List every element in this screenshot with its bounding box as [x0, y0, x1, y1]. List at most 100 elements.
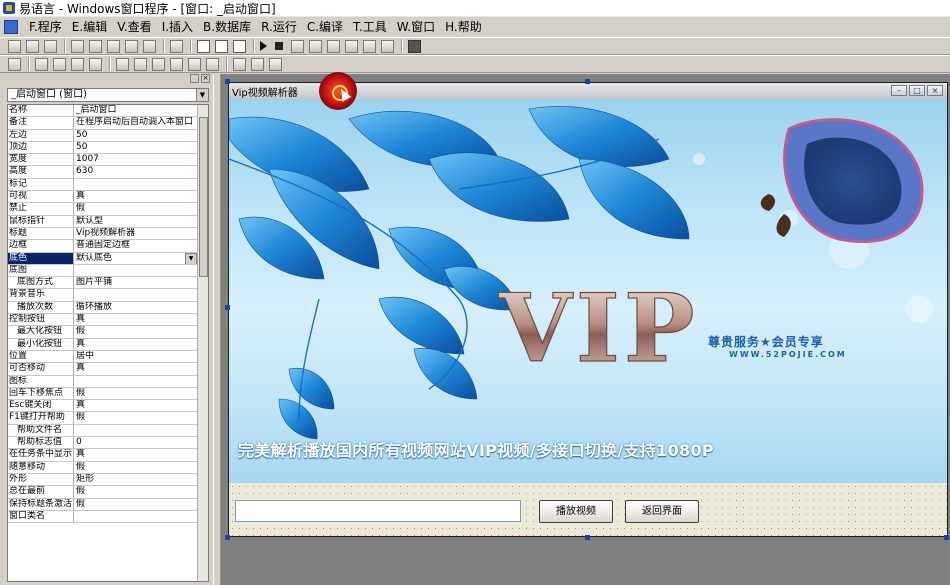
- same-size-icon[interactable]: [152, 57, 165, 71]
- document-icon[interactable]: [4, 20, 18, 34]
- property-row[interactable]: 名称 _启动窗口: [8, 105, 197, 118]
- magic-tool-icon[interactable]: [408, 39, 421, 53]
- property-row[interactable]: 标记: [8, 178, 197, 192]
- property-value[interactable]: 图片平铺: [74, 277, 197, 288]
- step-out-icon[interactable]: [327, 39, 340, 53]
- breakpoint-icon[interactable]: [363, 39, 376, 53]
- property-value[interactable]: [74, 511, 197, 522]
- same-width-icon[interactable]: [116, 57, 129, 71]
- object-selector[interactable]: _启动窗口 (窗口) ▼: [7, 88, 209, 102]
- property-row[interactable]: 播放次数 循环播放: [8, 301, 197, 315]
- property-value[interactable]: 真: [74, 339, 197, 350]
- video-url-input[interactable]: [235, 500, 521, 522]
- menu-view[interactable]: V.查看: [112, 18, 156, 36]
- menu-window[interactable]: W.窗口: [392, 18, 440, 36]
- property-value[interactable]: 0: [74, 437, 197, 448]
- property-value[interactable]: 在程序启动后自动调入本窗口: [74, 117, 197, 128]
- property-row[interactable]: 外形 矩形: [8, 473, 197, 487]
- close-icon[interactable]: ×: [201, 74, 210, 83]
- chevron-down-icon[interactable]: ▼: [196, 89, 208, 101]
- property-value[interactable]: 默认底色: [74, 252, 197, 264]
- space-vertical-icon[interactable]: [188, 57, 201, 71]
- property-row[interactable]: 鼠标指针 默认型: [8, 215, 197, 228]
- property-value[interactable]: 矩形: [74, 474, 197, 485]
- property-value[interactable]: 真: [74, 363, 197, 374]
- property-value[interactable]: 真: [74, 400, 197, 411]
- panel-splitter[interactable]: [213, 74, 221, 585]
- step-over-icon[interactable]: [309, 39, 322, 53]
- layout-grid-icon[interactable]: [233, 39, 246, 53]
- property-value[interactable]: 50: [74, 142, 197, 153]
- form-window[interactable]: Vip视频解析器 – □ × VIP 尊贵服务★会员专享 WWW.52POJIE…: [228, 82, 948, 537]
- paste-icon[interactable]: [107, 39, 120, 53]
- resize-handle[interactable]: [225, 535, 230, 540]
- copy-icon[interactable]: [89, 39, 102, 53]
- property-row[interactable]: 位置 居中: [8, 350, 197, 364]
- property-value[interactable]: 1007: [74, 154, 197, 165]
- property-row[interactable]: 最小化按钮真: [8, 338, 197, 351]
- menu-help[interactable]: H.帮助: [440, 18, 487, 36]
- property-row[interactable]: 回车下移焦点假: [8, 387, 197, 401]
- property-value[interactable]: 假: [74, 326, 197, 337]
- resize-handle[interactable]: [944, 535, 949, 540]
- property-row[interactable]: Esc键关闭真: [8, 400, 197, 413]
- property-grid[interactable]: 名称 _启动窗口 备注 在程序启动后自动调入本窗口 左边 50 顶边 50 宽度 1007 高度 63…: [7, 104, 209, 582]
- new-file-icon[interactable]: [8, 39, 21, 53]
- bring-front-icon[interactable]: [233, 57, 246, 71]
- menu-tools[interactable]: T.工具: [348, 18, 392, 36]
- property-row[interactable]: 总在最前假: [8, 486, 197, 499]
- property-value[interactable]: 真: [74, 449, 197, 460]
- property-value[interactable]: [74, 265, 197, 276]
- property-value[interactable]: 假: [74, 412, 197, 423]
- cut-icon[interactable]: [71, 39, 84, 53]
- property-value[interactable]: [74, 179, 197, 190]
- pin-icon[interactable]: [190, 74, 199, 83]
- property-row[interactable]: 边框 普通固定边框: [8, 240, 197, 253]
- align-top-icon[interactable]: [71, 57, 84, 71]
- menu-run[interactable]: R.运行: [256, 18, 302, 36]
- property-row[interactable]: 帮助标志值 0: [8, 437, 197, 450]
- close-icon[interactable]: ×: [927, 85, 943, 96]
- resize-handle[interactable]: [225, 79, 230, 84]
- property-value[interactable]: 默认型: [74, 216, 197, 227]
- property-value[interactable]: 普通固定边框: [74, 240, 197, 251]
- menu-compile[interactable]: C.编译: [302, 18, 348, 36]
- minimize-icon[interactable]: –: [891, 85, 907, 96]
- debug-window-icon[interactable]: [381, 39, 394, 53]
- run-icon[interactable]: [260, 41, 267, 51]
- same-height-icon[interactable]: [134, 57, 147, 71]
- property-value[interactable]: 630: [74, 166, 197, 177]
- property-row[interactable]: 图标: [8, 375, 197, 388]
- resize-handle[interactable]: [225, 305, 230, 310]
- undo-icon[interactable]: [125, 39, 138, 53]
- property-row[interactable]: 底图: [8, 264, 197, 278]
- property-row[interactable]: 底图方式 图片平铺: [8, 277, 197, 290]
- property-row[interactable]: 禁止假: [8, 203, 197, 216]
- property-value[interactable]: 50: [74, 130, 197, 141]
- property-row[interactable]: 可视真: [8, 191, 197, 204]
- property-row[interactable]: 在任务条中显示真: [8, 449, 197, 462]
- send-back-icon[interactable]: [251, 57, 264, 71]
- property-row[interactable]: 可否移动真: [8, 363, 197, 376]
- menu-insert[interactable]: I.插入: [157, 18, 198, 36]
- property-row[interactable]: 底色 默认底色: [8, 252, 197, 265]
- property-row[interactable]: 宽度 1007: [8, 154, 197, 167]
- property-row[interactable]: 帮助文件名: [8, 424, 197, 438]
- property-value[interactable]: 真: [74, 314, 197, 325]
- property-value[interactable]: 居中: [74, 351, 197, 362]
- property-row[interactable]: 左边 50: [8, 129, 197, 142]
- property-value[interactable]: [74, 425, 197, 436]
- property-row[interactable]: 最大化按钮假: [8, 326, 197, 339]
- property-value[interactable]: 假: [74, 388, 197, 399]
- menu-database[interactable]: B.数据库: [198, 18, 256, 36]
- layout-list-icon[interactable]: [215, 39, 228, 53]
- space-horizontal-icon[interactable]: [170, 57, 183, 71]
- lock-layout-icon[interactable]: [269, 57, 282, 71]
- property-row[interactable]: 保持标题条激活假: [8, 498, 197, 511]
- property-row[interactable]: F1键打开帮助假: [8, 412, 197, 425]
- property-row[interactable]: 窗口类名: [8, 510, 197, 524]
- property-value[interactable]: 假: [74, 486, 197, 497]
- property-row[interactable]: 高度 630: [8, 166, 197, 179]
- menu-edit[interactable]: E.编辑: [67, 18, 112, 36]
- property-value[interactable]: 循环播放: [74, 302, 197, 313]
